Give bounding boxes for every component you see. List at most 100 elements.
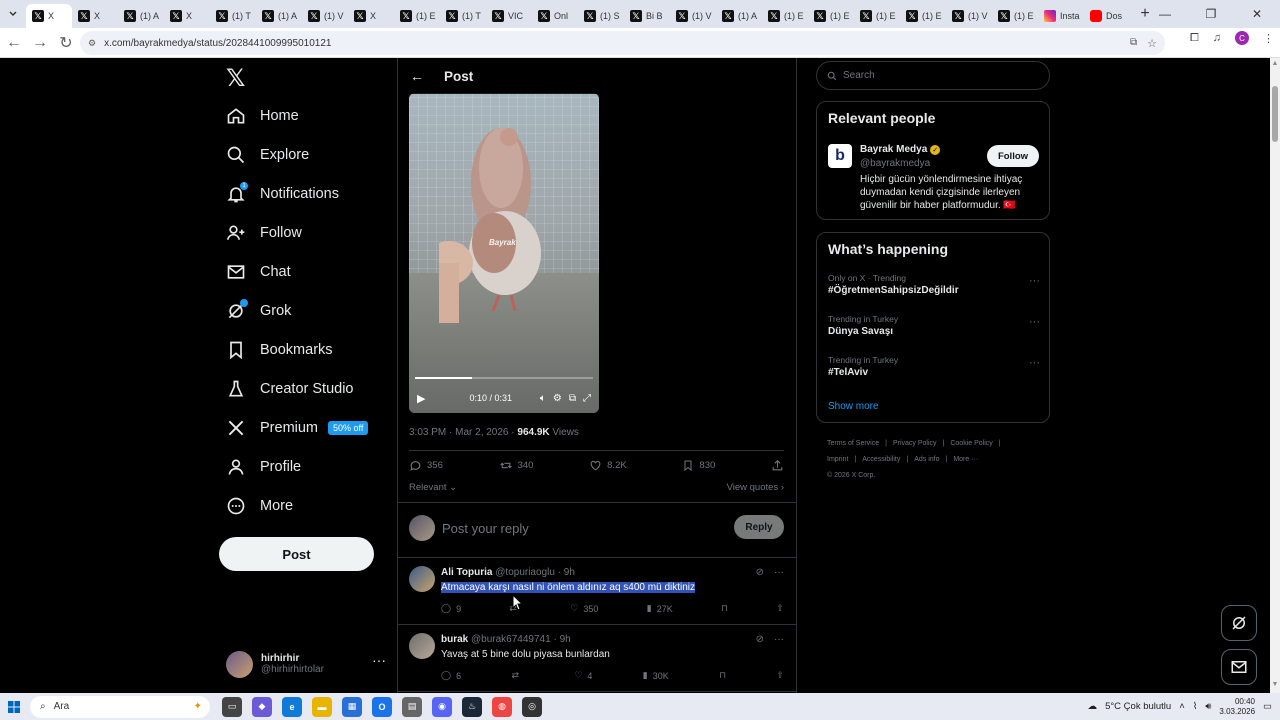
app-icon[interactable]: ▤ [402, 696, 422, 717]
browser-tab[interactable]: 𝕏 (1) T [210, 4, 256, 28]
back-button[interactable]: ← [2, 31, 26, 55]
browser-tab[interactable]: 𝕏X [164, 4, 210, 28]
footer-link[interactable]: Ads info [914, 456, 939, 463]
like-action[interactable]: ♡ 350 [570, 603, 598, 614]
nav-item-more[interactable]: More [226, 491, 293, 521]
back-arrow-icon[interactable]: ← [410, 68, 424, 84]
reply-action[interactable]: 356 [409, 459, 443, 472]
copilot-icon[interactable]: ◆ [252, 696, 272, 717]
browser-tab[interactable]: 𝕏X [26, 4, 72, 28]
grok-icon[interactable]: ⊘ [756, 567, 764, 578]
nav-item-home[interactable]: Home [226, 101, 299, 131]
footer-link[interactable]: Terms of Service [827, 440, 879, 447]
trend-item[interactable]: Trending in Turkey Dünya Savaşı ··· [828, 314, 1040, 337]
nav-item-follow[interactable]: Follow [226, 218, 302, 248]
file-explorer-icon[interactable]: ▬ [312, 696, 332, 717]
browser-tab[interactable]: Insta [1038, 4, 1084, 28]
extensions-icon[interactable]: ⧠ [1190, 32, 1199, 45]
follow-button[interactable]: Follow [987, 145, 1039, 167]
site-info-icon[interactable]: ⚙ [88, 38, 96, 49]
pip-icon[interactable]: ⧉ [569, 393, 576, 404]
messages-fab-button[interactable] [1221, 649, 1257, 685]
browser-tab[interactable]: 𝕏 Bi B [624, 4, 670, 28]
view-quotes-link[interactable]: View quotes › [727, 482, 784, 493]
browser-menu-icon[interactable]: ⋮ [1263, 32, 1274, 45]
install-app-icon[interactable]: ⧉ [1130, 37, 1137, 50]
reply-author[interactable]: Ali Topuria [441, 567, 492, 578]
settings-icon[interactable]: ⚙ [553, 393, 562, 404]
taskbar-search[interactable]: ⌕ Ara ✦ [30, 695, 210, 718]
volume-icon[interactable]: 🔈︎ [540, 393, 546, 404]
x-logo[interactable]: 𝕏 [226, 64, 252, 92]
tab-search-button[interactable] [0, 0, 26, 28]
share-action[interactable]: ⇧ [776, 603, 784, 614]
nav-item-premium[interactable]: Premium 50% off [226, 413, 369, 443]
more-dots-icon[interactable]: ··· [1029, 357, 1040, 369]
browser-tab[interactable]: 𝕏 Onl [532, 4, 578, 28]
restore-button[interactable]: ❐ [1188, 0, 1234, 28]
weather-icon[interactable]: ☁ [1088, 701, 1098, 712]
scrollbar-thumb[interactable] [1272, 86, 1278, 142]
browser-tab[interactable]: 𝕏 (1) E [808, 4, 854, 28]
scroll-down-arrow-icon[interactable]: ▼ [1271, 681, 1279, 691]
browser-tab[interactable]: 𝕏 (1) A [716, 4, 762, 28]
weather-text[interactable]: 5°C Çok bulutlu [1105, 701, 1171, 712]
task-view-icon[interactable]: ▭ [222, 696, 242, 717]
browser-tab[interactable]: 𝕏X [348, 4, 394, 28]
nav-item-explore[interactable]: Explore [226, 140, 309, 170]
discord-icon[interactable]: ◉ [432, 696, 452, 717]
nav-item-grok[interactable]: Grok [226, 296, 291, 326]
views-action[interactable]: ▮ 30K [643, 670, 669, 681]
like-action[interactable]: 8.2K [589, 459, 627, 472]
post-button[interactable]: Post [219, 537, 374, 571]
share-action[interactable]: ⇧ [776, 670, 784, 681]
bookmark-star-icon[interactable]: ☆ [1147, 37, 1157, 50]
avatar[interactable] [409, 633, 435, 659]
search-input[interactable]: Search [816, 61, 1050, 90]
views-action[interactable]: ▮ 27K [647, 603, 673, 614]
more-dots-icon[interactable]: ··· [372, 652, 386, 668]
media-control-icon[interactable]: ♫ [1213, 32, 1221, 44]
forward-button[interactable]: → [28, 31, 52, 55]
browser-tab[interactable]: 𝕏 (1) A [118, 4, 164, 28]
show-more-link[interactable]: Show more [828, 401, 879, 412]
reply-author[interactable]: burak [441, 634, 468, 645]
bookmark-action[interactable]: 830 [682, 459, 715, 472]
nav-item-bookmarks[interactable]: Bookmarks [226, 335, 333, 365]
browser-tab[interactable]: Dos [1084, 4, 1130, 28]
browser-tab[interactable]: 𝕏 (1) V [302, 4, 348, 28]
trend-item[interactable]: Only on X · Trending #ÖğretmenSahipsizDeğ… [828, 273, 1040, 296]
minimize-button[interactable]: — [1142, 0, 1188, 28]
reply-post[interactable]: Ali Topuria @topuriaoglu · 9h ⊘ ··· Atmacay… [398, 558, 796, 625]
footer-link[interactable]: © 2026 X Corp. [827, 472, 875, 479]
nav-item-chat[interactable]: Chat [226, 257, 291, 287]
sort-dropdown[interactable]: Relevant ⌄ [409, 482, 457, 493]
browser-tab[interactable]: 𝕏 (1) E [762, 4, 808, 28]
edge-icon[interactable]: e [282, 696, 302, 717]
reply-action[interactable]: ◯ 6 [441, 670, 461, 681]
outlook-icon[interactable]: O [372, 696, 392, 717]
network-icon[interactable]: ⌇ [1193, 701, 1198, 712]
reply-action[interactable]: ◯ 9 [441, 603, 461, 614]
browser-tab[interactable]: 𝕏 (1) E [992, 4, 1038, 28]
start-button[interactable] [0, 693, 28, 720]
steam-icon[interactable]: ♨ [462, 696, 482, 717]
more-dots-icon[interactable]: ··· [1029, 316, 1040, 328]
reply-button[interactable]: Reply [734, 515, 784, 539]
browser-tab[interactable]: 𝕏 (1) E [900, 4, 946, 28]
footer-link[interactable]: Imprint [827, 456, 848, 463]
profile-avatar[interactable]: C [1235, 31, 1249, 45]
notification-icon[interactable]: ▭ [1263, 701, 1272, 712]
avatar[interactable] [409, 566, 435, 592]
post-timestamp[interactable]: 3:03 PM · Mar 2, 2026 · [409, 427, 517, 438]
footer-link[interactable]: More ··· [953, 456, 978, 463]
browser-tab[interactable]: 𝕏 VIC [486, 4, 532, 28]
reload-button[interactable]: ↻ [54, 31, 78, 55]
like-action[interactable]: ♡ 4 [574, 670, 592, 681]
video-progress-bar[interactable] [415, 377, 593, 379]
browser-tab[interactable]: 𝕏 (1) V [670, 4, 716, 28]
page-scrollbar[interactable]: ▲ ▼ [1270, 58, 1280, 693]
fullscreen-icon[interactable]: ⤢ [583, 393, 591, 404]
grok-fab-button[interactable] [1221, 605, 1257, 641]
app-icon[interactable]: ◎ [522, 696, 542, 717]
